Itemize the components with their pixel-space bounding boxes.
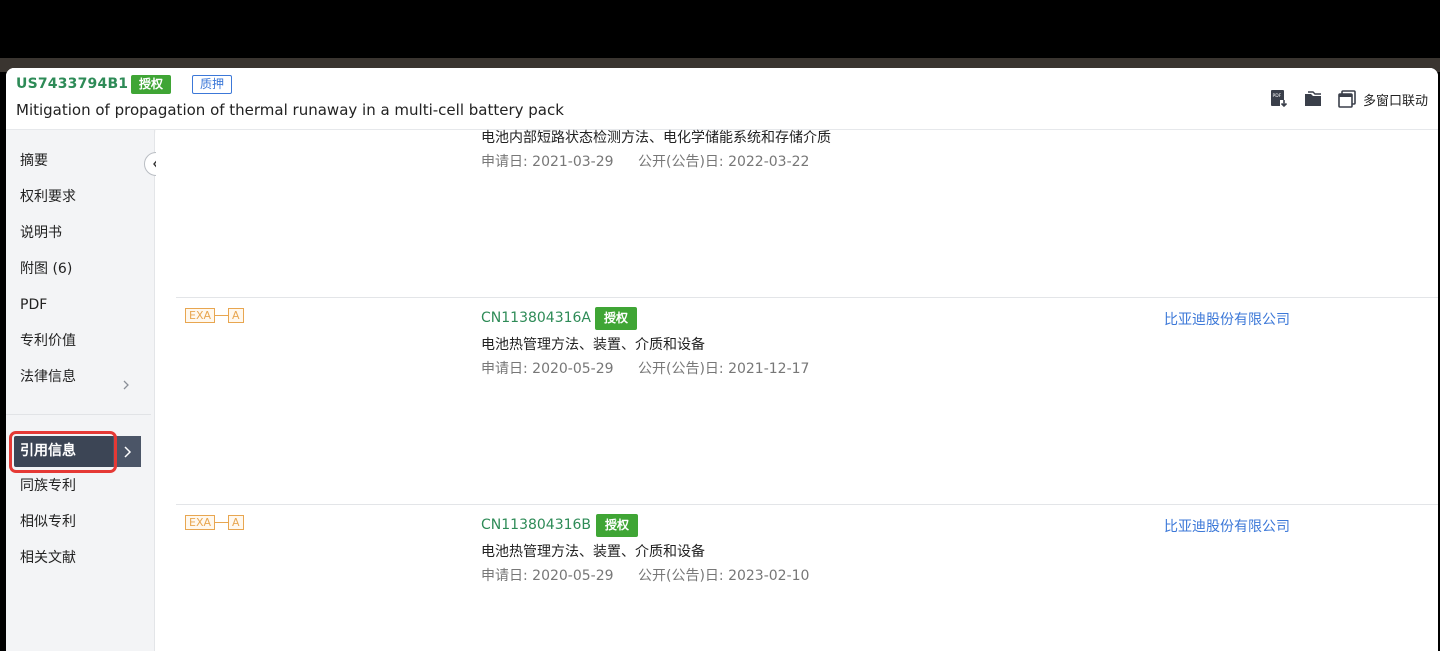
sidebar-item-related-docs[interactable]: 相关文献 xyxy=(6,544,155,572)
badge-connector xyxy=(215,315,229,316)
svg-text:PDF: PDF xyxy=(1272,93,1281,99)
citation-pub-number[interactable]: CN113804316A xyxy=(481,310,591,326)
sidebar-item-similar-patents[interactable]: 相似专利 xyxy=(6,508,155,536)
citation-title[interactable]: 电池热管理方法、装置、介质和设备 xyxy=(481,334,705,354)
folder-icon[interactable] xyxy=(1303,89,1323,109)
multi-window-label: 多窗口联动 xyxy=(1362,93,1428,109)
sidebar-divider xyxy=(6,414,151,415)
citation-title[interactable]: 电池热管理方法、装置、介质和设备 xyxy=(481,541,705,561)
status-badge: 授权 xyxy=(131,75,172,94)
citation-applicant[interactable]: 比亚迪股份有限公司 xyxy=(1164,516,1290,536)
sidebar-item-abstract[interactable]: 摘要 xyxy=(6,147,155,175)
application-date: 申请日: 2021-03-29 xyxy=(481,154,614,170)
citation-type-badge: EXA A xyxy=(185,515,244,530)
sidebar-item-figures[interactable]: 附图 (6) xyxy=(6,255,155,283)
publication-date: 公开(公告)日: 2021-12-17 xyxy=(637,361,810,377)
citation-dates: 申请日: 2020-05-29 公开(公告)日: 2021-12-17 xyxy=(481,358,809,378)
badge-connector xyxy=(215,522,229,523)
citation-applicant[interactable]: 比亚迪股份有限公司 xyxy=(1164,309,1290,329)
sidebar-item-description[interactable]: 说明书 xyxy=(6,219,155,247)
citation-pub-number[interactable]: CN113804316B xyxy=(481,517,591,533)
pdf-download-icon[interactable]: PDF xyxy=(1269,89,1289,109)
application-date: 申请日: 2020-05-29 xyxy=(481,361,614,377)
status-badge: 授权 xyxy=(595,307,638,330)
sidebar-item-pdf[interactable]: PDF xyxy=(6,291,155,319)
examiner-badge: EXA xyxy=(185,515,216,530)
kind-badge: A xyxy=(228,308,244,323)
patent-id[interactable]: US7433794B1 xyxy=(16,76,128,92)
application-date: 申请日: 2020-05-29 xyxy=(481,568,614,584)
patent-header: US7433794B1 授权 质押 Mitigation of propagat… xyxy=(6,68,1438,130)
citation-title[interactable]: 电池内部短路状态检测方法、电化学储能系统和存储介质 xyxy=(481,127,831,147)
citation-type-badge: EXA A xyxy=(185,308,244,323)
annotation-highlight-box xyxy=(9,431,117,473)
multi-window-link-button[interactable]: 多窗口联动 xyxy=(1337,89,1428,109)
chevron-right-icon[interactable] xyxy=(113,436,141,467)
citation-dates: 申请日: 2020-05-29 公开(公告)日: 2023-02-10 xyxy=(481,565,809,585)
pledge-badge: 质押 xyxy=(192,75,233,94)
header-toolbar: PDF 多窗口联动 xyxy=(1269,88,1428,110)
row-divider xyxy=(176,297,1438,298)
patent-window: US7433794B1 授权 质押 Mitigation of propagat… xyxy=(6,68,1438,651)
citation-dates: 申请日: 2021-03-29 公开(公告)日: 2022-03-22 xyxy=(481,151,809,171)
kind-badge: A xyxy=(228,515,244,530)
sidebar-item-family-patents[interactable]: 同族专利 xyxy=(6,472,155,500)
sidebar-item-claims[interactable]: 权利要求 xyxy=(6,183,155,211)
sidebar-nav: 摘要 权利要求 说明书 附图 (6) PDF 专利价值 法律信息 引用信息 同族… xyxy=(6,130,155,651)
citation-list: 电池内部短路状态检测方法、电化学储能系统和存储介质 申请日: 2021-03-2… xyxy=(156,130,1438,651)
sidebar-item-legal-info[interactable]: 法律信息 xyxy=(6,363,155,391)
publication-date: 公开(公告)日: 2023-02-10 xyxy=(637,568,810,584)
multi-window-icon xyxy=(1337,89,1357,109)
chevron-right-icon xyxy=(121,372,131,390)
sidebar-item-patent-value[interactable]: 专利价值 xyxy=(6,327,155,355)
sidebar-item-label: 法律信息 xyxy=(20,369,76,385)
publication-date: 公开(公告)日: 2022-03-22 xyxy=(637,154,810,170)
patent-title: Mitigation of propagation of thermal run… xyxy=(16,101,564,119)
examiner-badge: EXA xyxy=(185,308,216,323)
status-badge: 授权 xyxy=(596,514,639,537)
row-divider xyxy=(176,504,1438,505)
